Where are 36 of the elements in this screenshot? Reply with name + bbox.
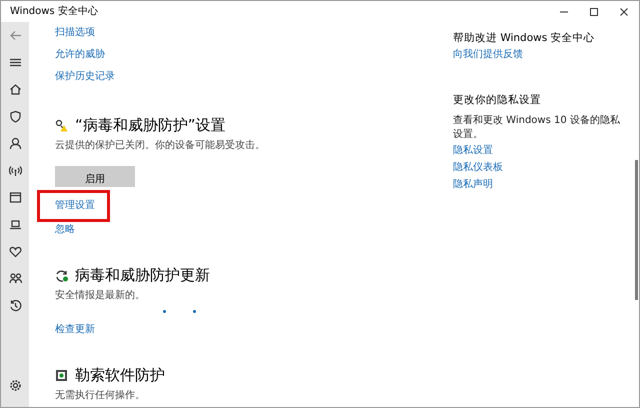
link[interactable]: 管理设置 bbox=[37, 190, 110, 222]
link[interactable]: 向我们提供反馈 bbox=[453, 46, 523, 63]
enable-button[interactable]: 启用 bbox=[55, 166, 135, 187]
section-title: 病毒和威胁防护更新 bbox=[75, 265, 210, 285]
link[interactable]: 保护历史记录 bbox=[55, 66, 115, 88]
section-description: 安全情报是最新的。 bbox=[55, 288, 146, 303]
home-icon[interactable] bbox=[8, 83, 22, 96]
heart-icon[interactable] bbox=[8, 245, 22, 258]
shield-icon[interactable] bbox=[8, 110, 22, 123]
back-icon[interactable] bbox=[8, 29, 22, 42]
link[interactable]: 隐私声明 bbox=[453, 176, 493, 193]
section-description: 无需执行任何操作。 bbox=[55, 388, 146, 403]
refresh-icon bbox=[55, 268, 68, 282]
panel-description: 查看和更改 Windows 10 设备的隐私设置。 bbox=[453, 114, 621, 142]
link[interactable]: 允许的威胁 bbox=[55, 44, 105, 66]
section-description: 云提供的保护已关闭。你的设备可能易受攻击。 bbox=[55, 138, 266, 153]
ransomware-icon bbox=[55, 368, 68, 382]
link[interactable]: 隐私仪表板 bbox=[453, 159, 503, 176]
link[interactable]: 扫描选项 bbox=[55, 22, 95, 44]
scrollbar[interactable] bbox=[635, 160, 638, 300]
laptop-icon[interactable] bbox=[8, 218, 22, 231]
panel-heading: 帮助改进 Windows 安全中心 bbox=[453, 31, 596, 46]
window-icon[interactable] bbox=[8, 191, 22, 204]
history-icon[interactable] bbox=[8, 299, 22, 312]
section-title: “病毒和威胁防护”设置 bbox=[75, 115, 226, 135]
section-title: 勒索软件防护 bbox=[75, 365, 165, 385]
window-title: Windows 安全中心 bbox=[10, 4, 98, 19]
link[interactable]: 检查更新 bbox=[55, 322, 95, 338]
panel-heading: 更改你的隐私设置 bbox=[453, 93, 542, 108]
person-icon[interactable] bbox=[8, 137, 22, 150]
settings-icon[interactable] bbox=[8, 379, 22, 392]
menu-icon[interactable] bbox=[8, 56, 22, 69]
link[interactable]: 隐私设置 bbox=[453, 142, 493, 159]
family-icon[interactable] bbox=[8, 272, 22, 285]
antenna-icon[interactable] bbox=[8, 164, 22, 177]
link[interactable]: 忽略 bbox=[55, 222, 75, 238]
